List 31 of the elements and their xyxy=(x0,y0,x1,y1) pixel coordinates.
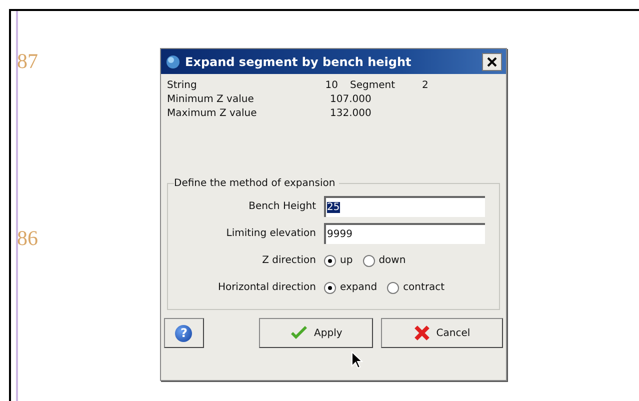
info-value: 107.000 xyxy=(330,93,372,107)
field-label: Z direction xyxy=(261,255,317,266)
pointer-icon xyxy=(351,351,363,369)
info-label: Maximum Z value xyxy=(167,107,258,121)
window-title: Expand segment by bench height xyxy=(185,54,412,68)
close-button[interactable] xyxy=(482,52,502,70)
group-title: Define the method of expansion xyxy=(174,178,336,189)
info-value: 10 xyxy=(324,79,338,93)
info-label: String xyxy=(167,79,198,93)
input-field[interactable]: 9999 xyxy=(324,223,485,244)
elevation-label: 87 xyxy=(17,49,38,74)
field-label: Bench Height xyxy=(248,201,317,212)
radio-option[interactable]: expand xyxy=(324,282,378,294)
apply-button[interactable]: Apply xyxy=(258,318,374,348)
info-label: Minimum Z value xyxy=(167,93,255,107)
checkmark-icon xyxy=(290,326,308,340)
cancel-button[interactable]: Cancel xyxy=(381,318,503,348)
globe-icon xyxy=(165,54,181,68)
help-button[interactable]: ? xyxy=(164,318,204,348)
info-value: 2 xyxy=(422,79,428,93)
cross-icon xyxy=(414,325,430,341)
close-icon xyxy=(487,56,497,66)
info-label: Segment xyxy=(350,79,396,93)
info-value: 132.000 xyxy=(330,107,372,121)
radio-option[interactable]: up xyxy=(324,254,353,266)
elevation-label: 86 xyxy=(17,226,38,251)
radio-option[interactable]: contract xyxy=(387,282,445,294)
radio-option[interactable]: down xyxy=(362,254,406,266)
input-field[interactable]: 25 xyxy=(324,196,485,217)
field-label: Horizontal direction xyxy=(216,282,317,293)
field-label: Limiting elevation xyxy=(225,228,317,239)
